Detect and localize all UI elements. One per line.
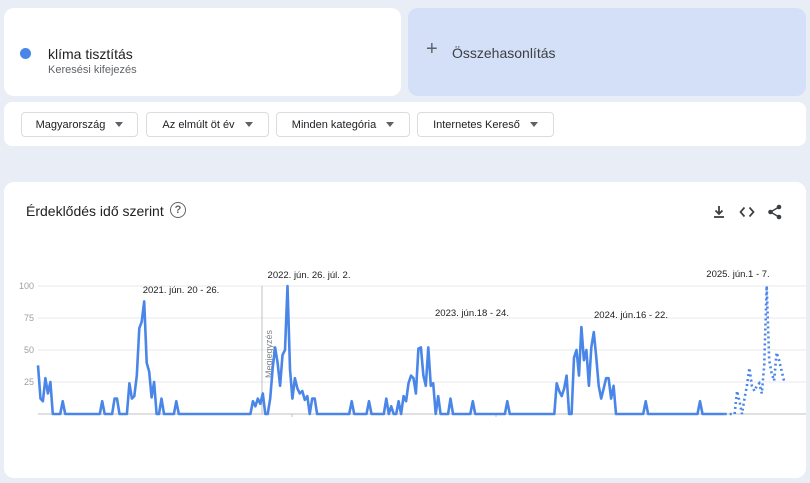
plus-icon: + <box>426 38 438 60</box>
caret-down-icon <box>529 122 538 127</box>
filter-region-dropdown[interactable]: Magyarország <box>21 112 138 137</box>
search-term-name[interactable]: klíma tisztítás <box>48 46 133 62</box>
search-term-type: Keresési kifejezés <box>48 64 137 76</box>
y-tick-label: 75 <box>24 313 34 323</box>
peak-annotation-label: 2022. jún. 26. júl. 2. <box>268 270 351 281</box>
filter-time-dropdown[interactable]: Az elmúlt öt év <box>146 112 269 137</box>
filter-category-dropdown[interactable]: Minden kategória <box>276 112 410 137</box>
filter-search-type-dropdown[interactable]: Internetes Kereső <box>417 112 554 137</box>
caret-down-icon <box>115 122 124 127</box>
y-tick-label: 50 <box>24 345 34 355</box>
interest-line-chart: 100755025Megjegyzés 2021. jún. 20 - 26.2… <box>19 269 806 417</box>
filter-category-label: Minden kategória <box>291 118 377 131</box>
peak-annotation-label: 2024. jún.16 - 22. <box>594 310 668 321</box>
compare-label: Összehasonlítás <box>452 45 556 61</box>
peak-annotation-label: 2023. jún.18 - 24. <box>435 308 509 319</box>
search-term-card[interactable]: klíma tisztítás Keresési kifejezés <box>4 8 401 96</box>
filter-bar: Magyarország Az elmúlt öt év Minden kate… <box>4 102 806 146</box>
compare-button[interactable]: + Összehasonlítás <box>408 8 806 96</box>
filter-search-type-label: Internetes Kereső <box>433 118 520 131</box>
series-color-dot-icon <box>20 48 31 59</box>
y-tick-label: 100 <box>19 281 34 291</box>
filter-time-label: Az elmúlt öt év <box>162 118 235 131</box>
caret-down-icon <box>386 122 395 127</box>
caret-down-icon <box>244 122 253 127</box>
y-tick-label: 25 <box>24 377 34 387</box>
filter-region-label: Magyarország <box>35 118 106 131</box>
interest-over-time-card: Érdeklődés idő szerint ? 100 75 50 25 Megjeg… <box>4 182 806 478</box>
peak-annotation-label: 2025. jún.1 - 7. <box>706 269 769 280</box>
peak-annotation-label: 2021. jún. 20 - 26. <box>143 285 220 296</box>
